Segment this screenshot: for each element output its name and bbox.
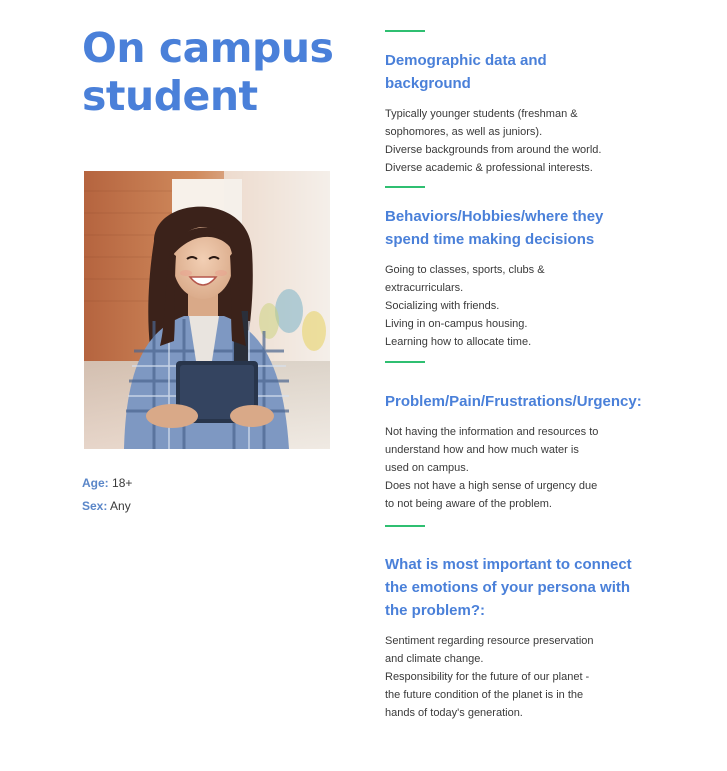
sex-label: Sex:: [82, 499, 108, 513]
section-title-line: background: [385, 75, 471, 92]
student-photo-illustration: [84, 171, 330, 449]
section-title: Demographic data and background: [385, 49, 675, 95]
section-title-line: the problem?:: [385, 602, 485, 619]
body-line: Not having the information and resources…: [385, 426, 599, 438]
persona-title: On campus student: [82, 24, 342, 120]
section-divider: [385, 361, 425, 363]
persona-details: Demographic data and background Typicall…: [385, 30, 675, 722]
section-behaviors: Behaviors/Hobbies/where they spend time …: [385, 186, 675, 351]
section-title-line: What is most important to connect: [385, 556, 632, 573]
body-line: Diverse academic & professional interest…: [385, 162, 593, 174]
section-title-line: Behaviors/Hobbies/where they: [385, 208, 604, 225]
sex-row: Sex: Any: [82, 495, 322, 518]
body-line: sophomores, as well as juniors).: [385, 126, 543, 138]
body-line: hands of today's generation.: [385, 707, 523, 719]
body-line: Sentiment regarding resource preservatio…: [385, 635, 594, 647]
section-title: Behaviors/Hobbies/where they spend time …: [385, 205, 675, 251]
section-body: Going to classes, sports, clubs & extrac…: [385, 261, 675, 351]
persona-photo: [84, 171, 330, 449]
section-demographics: Demographic data and background Typicall…: [385, 30, 675, 177]
section-title: What is most important to connect the em…: [385, 553, 675, 622]
body-line: Responsibility for the future of our pla…: [385, 671, 590, 683]
body-line: Diverse backgrounds from around the worl…: [385, 144, 602, 156]
body-line: to not being aware of the problem.: [385, 498, 552, 510]
section-title-line: spend time making decisions: [385, 231, 595, 248]
section-body: Typically younger students (freshman & s…: [385, 105, 675, 177]
persona-meta: Age: 18+ Sex: Any: [82, 472, 322, 518]
section-divider: [385, 30, 425, 32]
section-body: Sentiment regarding resource preservatio…: [385, 632, 675, 722]
body-line: understand how and how much water is: [385, 444, 579, 456]
persona-title-line-2: student: [82, 72, 258, 120]
body-line: Learning how to allocate time.: [385, 336, 532, 348]
age-label: Age:: [82, 476, 109, 490]
body-line: and climate change.: [385, 653, 484, 665]
body-line: the future condition of the planet is in…: [385, 689, 584, 701]
section-title-line: Demographic data and: [385, 52, 547, 69]
body-line: extracurriculars.: [385, 282, 464, 294]
age-row: Age: 18+: [82, 472, 322, 495]
section-title-line: Problem/Pain/Frustrations/Urgency:: [385, 393, 642, 410]
body-line: Socializing with friends.: [385, 300, 500, 312]
persona-title-line-1: On campus: [82, 24, 334, 72]
persona-page: On campus student Age: 18+ Sex: Any Demo…: [0, 0, 727, 771]
section-title: Problem/Pain/Frustrations/Urgency:: [385, 390, 675, 413]
section-body: Not having the information and resources…: [385, 423, 675, 513]
section-divider: [385, 525, 425, 527]
body-line: Going to classes, sports, clubs &: [385, 264, 545, 276]
section-divider: [385, 186, 425, 188]
body-line: Does not have a high sense of urgency du…: [385, 480, 598, 492]
body-line: Typically younger students (freshman &: [385, 108, 578, 120]
age-value: 18+: [112, 476, 133, 490]
persona-profile: On campus student Age: 18+ Sex: Any: [82, 24, 342, 513]
section-problems: Problem/Pain/Frustrations/Urgency: Not h…: [385, 361, 675, 513]
body-line: used on campus.: [385, 462, 469, 474]
body-line: Living in on-campus housing.: [385, 318, 528, 330]
section-emotions: What is most important to connect the em…: [385, 525, 675, 722]
section-title-line: the emotions of your persona with: [385, 579, 631, 596]
sex-value: Any: [110, 499, 131, 513]
